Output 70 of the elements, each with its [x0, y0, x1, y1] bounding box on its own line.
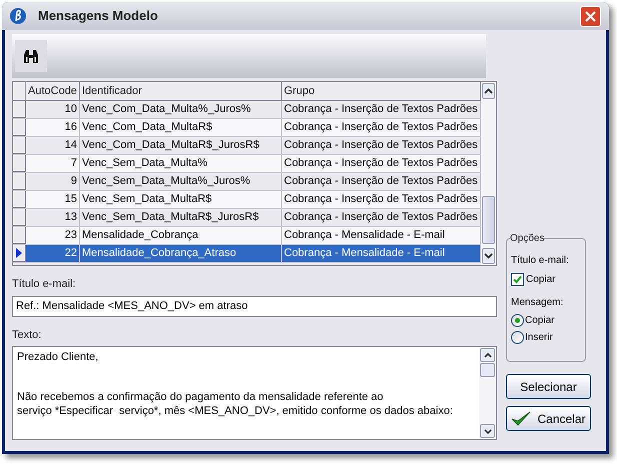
- table-row[interactable]: 10 Venc_Com_Data_Multa%_Juros% Cobrança - Inserção de Textos Padrões: [13, 101, 481, 119]
- table-cell: Venc_Sem_Data_Multa%: [80, 155, 282, 172]
- row-indicator[interactable]: [13, 101, 26, 118]
- radio-button[interactable]: [511, 331, 524, 344]
- column-header[interactable]: AutoCode: [26, 82, 80, 100]
- binoculars-icon: [22, 47, 40, 65]
- window-title: Mensagens Modelo: [38, 7, 158, 26]
- radio-label: Inserir: [525, 331, 553, 345]
- table-cell: Venc_Sem_Data_Multa%_Juros%: [80, 173, 282, 190]
- email-title-field[interactable]: Ref.: Mensalidade <MES_ANO_DV> em atraso: [12, 296, 497, 316]
- column-header[interactable]: Identificador: [80, 82, 282, 100]
- close-button[interactable]: [580, 6, 601, 26]
- table-cell: 13: [26, 209, 80, 226]
- radio-label: Copiar: [525, 314, 554, 328]
- cancel-button[interactable]: Cancelar: [506, 406, 591, 431]
- table-row[interactable]: 16 Venc_Com_Data_MultaR$ Cobrança - Inserção de Textos Padrões: [13, 119, 481, 137]
- table-row[interactable]: 15 Venc_Sem_Data_MultaR$ Cobrança - Inserção de Textos Padrões: [13, 191, 481, 209]
- option-label: Mensagem:: [511, 296, 564, 310]
- group-title: Opções: [510, 231, 544, 246]
- checkmark-icon: [511, 410, 532, 426]
- checkbox[interactable]: [511, 273, 524, 286]
- message-text-area[interactable]: Prezado Cliente, Não recebemos a confirmação do pagamento da mensalidade referente ao serviço *Especificar serviço*, mês <MES_ANO_DV>, emitido conforme os dados abaixo:: [12, 346, 497, 440]
- table-cell: 15: [26, 191, 80, 208]
- row-indicator[interactable]: [13, 227, 26, 244]
- table-row[interactable]: 13 Venc_Sem_Data_MultaR$_JurosR$ Cobrança - Inserção de Textos Padrões: [13, 209, 481, 227]
- scroll-thumb[interactable]: [482, 196, 495, 244]
- row-indicator[interactable]: [13, 173, 26, 190]
- scroll-thumb[interactable]: [480, 363, 495, 377]
- row-indicator[interactable]: [13, 137, 26, 154]
- table-cell: 23: [26, 227, 80, 244]
- table-row[interactable]: 14 Venc_Com_Data_MultaR$_JurosR$ Cobrança - Inserção de Textos Padrões: [13, 137, 481, 155]
- table-cell: 9: [26, 173, 80, 190]
- field-label: Texto:: [12, 328, 42, 342]
- table-row[interactable]: 23 Mensalidade_Cobrança Cobrança - Mensalidade - E-mail: [13, 227, 481, 245]
- selected-row[interactable]: 22 Mensalidade_Cobrança_Atraso Cobrança - Mensalidade - E-mail: [13, 245, 481, 263]
- scroll-up-button[interactable]: [482, 83, 495, 99]
- table-row[interactable]: 7 Venc_Sem_Data_Multa% Cobrança - Inserção de Textos Padrões: [13, 155, 481, 173]
- close-icon: [585, 10, 596, 22]
- table-cell: Venc_Com_Data_MultaR$: [80, 119, 282, 136]
- table-cell: 10: [26, 101, 80, 118]
- message-paragraph: Não recebemos a confirmação do pagamento da mensalidade referente ao serviço *Especificar serviço*, mês <MES_ANO_DV>, emitido conforme os dados abaixo:: [17, 390, 454, 418]
- option-label: Título e-mail:: [511, 254, 570, 268]
- table-cell: Venc_Sem_Data_MultaR$_JurosR$: [80, 209, 282, 226]
- row-indicator[interactable]: [13, 119, 26, 136]
- scroll-up-button[interactable]: [480, 348, 495, 362]
- app-logo-icon: [10, 8, 26, 24]
- current-row-icon: [16, 248, 22, 258]
- select-button[interactable]: Selecionar: [506, 374, 591, 399]
- table-row[interactable]: 9 Venc_Sem_Data_Multa%_Juros% Cobrança - Inserção de Textos Padrões: [13, 173, 481, 191]
- table-cell: Venc_Sem_Data_MultaR$: [80, 191, 282, 208]
- radio-button[interactable]: [511, 314, 524, 327]
- checkbox-label: Copiar: [526, 273, 556, 287]
- field-label: Título e-mail:: [12, 277, 77, 292]
- scroll-down-button[interactable]: [480, 424, 495, 438]
- search-button[interactable]: [15, 40, 47, 72]
- row-indicator[interactable]: [13, 191, 26, 208]
- table-cell: Venc_Com_Data_Multa%_Juros%: [80, 101, 282, 118]
- table-cell: 22: [26, 245, 80, 262]
- row-indicator[interactable]: [13, 209, 26, 226]
- table-cell: 7: [26, 155, 80, 172]
- message-paragraph: Prezado Cliente,: [17, 350, 100, 364]
- checkmark-icon: [513, 275, 522, 284]
- row-indicator[interactable]: [13, 155, 26, 172]
- scroll-down-button[interactable]: [482, 248, 495, 264]
- table-cell: Venc_Com_Data_MultaR$_JurosR$: [80, 137, 282, 154]
- table-cell: 16: [26, 119, 80, 136]
- table-cell: Mensalidade_Cobrança_Atraso: [80, 245, 282, 262]
- table-cell: Mensalidade_Cobrança: [80, 227, 282, 244]
- row-indicator[interactable]: [13, 245, 26, 262]
- table-cell: 14: [26, 137, 80, 154]
